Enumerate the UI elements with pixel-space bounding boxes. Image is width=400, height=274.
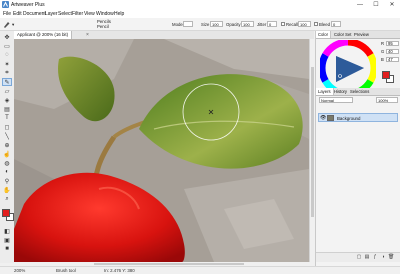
mask-mode-icon[interactable]: ◧ (2, 227, 12, 235)
layer-mask-icon[interactable]: ◑ (380, 255, 386, 260)
horizontal-scroll-thumb[interactable] (94, 263, 244, 265)
tab-layers[interactable]: Layers (316, 88, 334, 95)
layer-visibility-icon[interactable]: 👁 (320, 115, 326, 121)
mode-label: Mode (172, 22, 183, 27)
rgb-field-r[interactable]: 95 (386, 41, 399, 46)
menu-layer[interactable]: Layer (45, 11, 58, 17)
line-tool-icon[interactable]: ╲ (2, 132, 12, 140)
rgb-field-b[interactable]: 47 (386, 57, 399, 62)
minimize-button[interactable]: — (352, 0, 368, 10)
mode-select[interactable] (183, 21, 193, 27)
screen-mode-icon[interactable]: ▣ (2, 236, 12, 244)
rgb-field-g[interactable]: 40 (386, 49, 399, 54)
tool-options-bar: ▾ Pencils Pencil Mode Size 100 Opacity 1… (0, 18, 400, 31)
tab-history[interactable]: History (332, 88, 349, 95)
clone-tool-icon[interactable]: ⊕ (2, 141, 12, 149)
menu-select[interactable]: Select (58, 11, 72, 17)
layer-group-icon[interactable]: ▤ (364, 255, 370, 260)
tab-selections[interactable]: Selections (348, 88, 371, 95)
menu-document[interactable]: Document (23, 11, 46, 17)
menu-file[interactable]: File (3, 11, 11, 17)
layer-effects-icon[interactable]: ƒ (372, 255, 378, 260)
bleed-checkbox[interactable] (314, 22, 318, 26)
layer-panel-tabs: Layers History Selections (316, 88, 400, 96)
app-window: Artweaver Plus — ☐ ✕ File Edit Document … (0, 0, 400, 274)
color-panel-tabs: Color Color Set Preview (316, 31, 400, 39)
tools-panel: ✥ ▭ ◌ ✶ ⌗ ✎ ▱ ◈ ▤ T ◻ ╲ ⊕ ☝ ◍ ◐ ⚲ ✋ ⌕ ◧ … (0, 31, 15, 263)
window-title: Artweaver Plus (11, 2, 45, 8)
tab-color[interactable]: Color (316, 31, 332, 38)
right-panel: Color Color Set Preview R 95 G 40 B 47 L… (315, 31, 400, 266)
menu-filter[interactable]: Filter (72, 11, 83, 17)
recall-field[interactable]: 100 (298, 21, 311, 27)
blur-tool-icon[interactable]: ◍ (2, 159, 12, 167)
menu-window[interactable]: Window (96, 11, 114, 17)
status-tool: Brush tool (56, 268, 76, 273)
canvas-artwork[interactable] (14, 39, 309, 262)
smudge-tool-icon[interactable]: ☝ (2, 150, 12, 158)
bleed-label: Bleed (319, 22, 330, 27)
canvas[interactable] (14, 39, 309, 262)
size-label: Size (201, 22, 210, 27)
fill-tool-icon[interactable]: ◈ (2, 96, 12, 104)
close-button[interactable]: ✕ (384, 0, 400, 10)
jitter-field[interactable]: 0 (267, 21, 277, 27)
delete-layer-icon[interactable]: 🗑 (388, 255, 394, 260)
shape-tool-icon[interactable]: ◻ (2, 123, 12, 131)
status-zoom[interactable]: 200% (14, 268, 25, 273)
app-logo-icon (2, 1, 9, 8)
recall-label: Recall (286, 22, 298, 27)
hand-tool-icon[interactable]: ✋ (2, 186, 12, 194)
menu-help[interactable]: Help (114, 11, 124, 17)
zoom-tool-icon[interactable]: ⌕ (2, 195, 12, 203)
dodge-tool-icon[interactable]: ◐ (2, 168, 12, 176)
rgb-label-b: B (381, 57, 384, 62)
menu-edit[interactable]: Edit (13, 11, 22, 17)
fullscreen-mode-icon[interactable]: ■ (2, 245, 12, 253)
layer-row-background[interactable]: 👁 Background (318, 113, 398, 122)
layer-name: Background (337, 115, 361, 121)
rect-select-tool-icon[interactable]: ▭ (2, 42, 12, 50)
bleed-field[interactable]: 0 (331, 21, 341, 27)
eyedropper-tool-icon[interactable]: ⚲ (2, 177, 12, 185)
rgb-label-r: R (381, 41, 385, 46)
eraser-tool-icon[interactable]: ▱ (2, 87, 12, 95)
maximize-button[interactable]: ☐ (368, 0, 384, 10)
brush-variant[interactable]: Pencil (97, 24, 109, 29)
brush-preset-icon[interactable] (3, 20, 11, 28)
tab-preview[interactable]: Preview (352, 31, 371, 38)
dropdown-arrow-icon[interactable]: ▾ (12, 22, 14, 28)
text-tool-icon[interactable]: T (2, 114, 12, 122)
tab-color-set[interactable]: Color Set (332, 31, 353, 38)
vertical-scroll-thumb[interactable] (311, 67, 314, 217)
opacity-field[interactable]: 100 (241, 21, 254, 27)
crop-tool-icon[interactable]: ⌗ (2, 69, 12, 77)
move-tool-icon[interactable]: ✥ (2, 33, 12, 41)
foreground-color-swatch[interactable] (2, 209, 10, 217)
jitter-label: Jitter (257, 22, 267, 27)
recall-checkbox[interactable] (281, 22, 285, 26)
layer-thumbnail (327, 115, 334, 121)
brush-tool-icon[interactable]: ✎ (2, 78, 12, 86)
panel-foreground-swatch[interactable] (382, 71, 390, 79)
menu-bar: File Edit Document Layer Select Filter V… (0, 10, 400, 18)
lasso-tool-icon[interactable]: ◌ (2, 51, 12, 59)
new-layer-icon[interactable]: ▢ (356, 255, 362, 260)
status-bar: 200% Brush tool In: 2.476 Y: 380 (0, 266, 400, 274)
size-field[interactable]: 100 (210, 21, 223, 27)
layer-opacity-field[interactable]: 100% (376, 97, 398, 103)
menu-view[interactable]: View (84, 11, 95, 17)
gradient-tool-icon[interactable]: ▤ (2, 105, 12, 113)
opacity-label: Opacity (226, 22, 241, 27)
status-coordinates: In: 2.476 Y: 380 (104, 268, 135, 273)
rgb-label-g: G (381, 49, 385, 54)
magic-wand-tool-icon[interactable]: ✶ (2, 60, 12, 68)
layer-actions-bar: ▢ ▤ ƒ ◑ 🗑 (316, 252, 400, 262)
blend-mode-select[interactable]: Normal (319, 97, 353, 103)
document-tab[interactable]: Applicant @ 200% (16 bit) (14, 31, 73, 39)
tab-close-icon[interactable]: × (86, 32, 89, 38)
